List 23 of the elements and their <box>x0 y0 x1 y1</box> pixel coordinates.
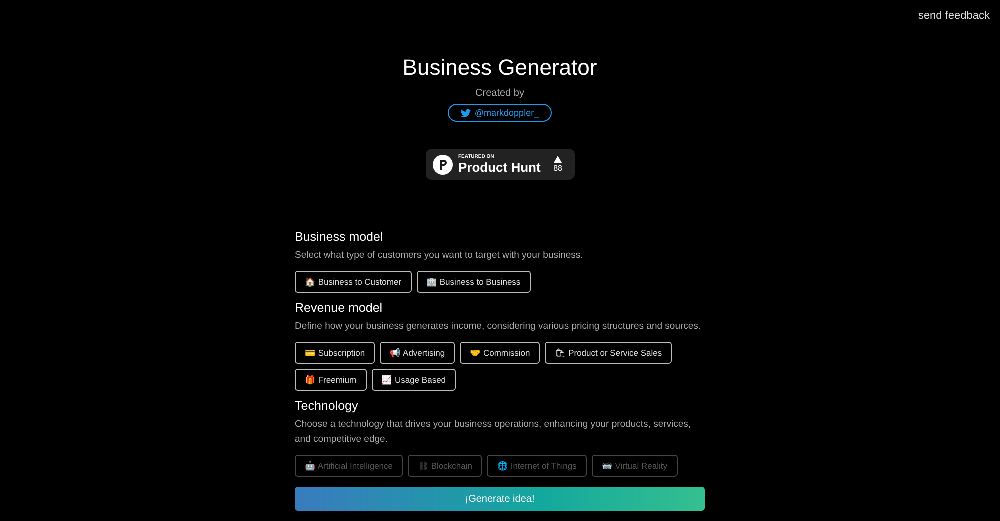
option-chip[interactable]: 📈 Usage Based <box>372 369 456 391</box>
section-title: Revenue model <box>295 301 384 315</box>
option-chip[interactable]: 💳 Subscription <box>295 342 376 364</box>
option-chip[interactable]: 📢 Advertising <box>380 342 456 364</box>
twitter-link[interactable]: @markdoppler_ <box>448 104 552 122</box>
section-description: Define how your business generates income, considering various pricing structures and sources. <box>295 320 702 334</box>
product-hunt-logo-icon <box>432 154 452 174</box>
option-chip[interactable]: 🏢 Business to Business <box>416 271 531 293</box>
option-chip[interactable]: 🛍 Product or Service Sales <box>545 342 672 364</box>
option-chip[interactable]: 🤝 Commission <box>460 342 540 364</box>
section-title: Business model <box>295 230 384 244</box>
page-title: Business Generator <box>402 55 598 81</box>
vote-count: 88 <box>554 164 562 173</box>
section-title: Technology <box>295 399 360 413</box>
option-chip[interactable]: 🏠 Business to Customer <box>295 271 412 293</box>
section-description: Choose a technology that drives your business operations, enhancing your products, services, and competitive edge. <box>295 418 692 447</box>
product-hunt-name: Product Hunt <box>458 160 542 175</box>
section-description: Select what type of customers you want to target with your business. <box>295 249 584 263</box>
upvote-triangle-icon <box>554 156 562 163</box>
option-chip[interactable]: 🎁 Freemium <box>295 369 367 391</box>
send-feedback-link[interactable]: send feedback <box>918 10 990 22</box>
bird-icon <box>460 108 471 118</box>
created-by-label: Created by <box>476 88 524 99</box>
